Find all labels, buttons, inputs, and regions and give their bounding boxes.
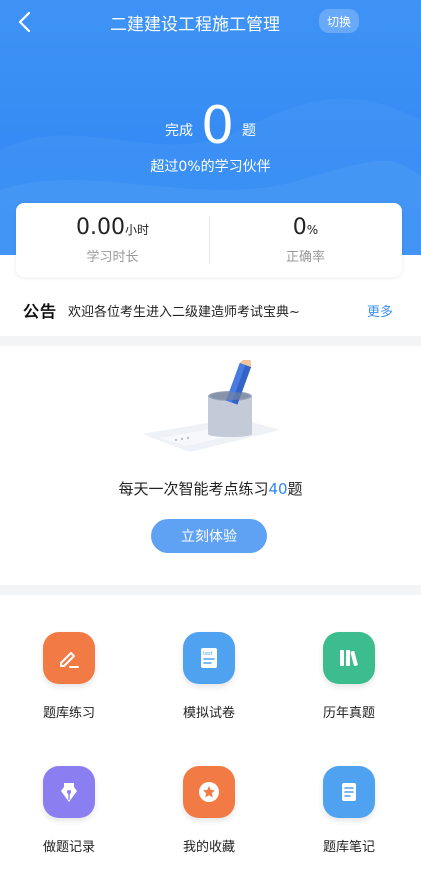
switch-button[interactable]: 切换 <box>319 9 359 33</box>
stats-card: 0.00小时 学习时长 0% 正确率 <box>16 203 402 277</box>
section-divider <box>0 585 421 595</box>
back-button[interactable] <box>10 6 40 38</box>
svg-text:test: test <box>203 651 213 657</box>
tile-label: 做题记录 <box>42 840 95 855</box>
accuracy-value: 0 <box>292 215 307 240</box>
chevron-left-icon <box>18 11 31 33</box>
tile-label: 题库练习 <box>42 706 95 721</box>
try-now-button[interactable]: 立刻体验 <box>151 519 267 553</box>
notice-text[interactable]: 欢迎各位考生进入二级建造师考试宝典~ <box>68 301 300 320</box>
star-icon <box>183 766 235 818</box>
note-icon <box>323 766 375 818</box>
page-title: 二建建设工程施工管理 <box>110 15 280 35</box>
study-time-label: 学习时长 <box>86 250 139 265</box>
pen-nib-icon <box>43 766 95 818</box>
section-divider <box>0 336 421 346</box>
accuracy-value-row: 0% <box>293 215 318 240</box>
tile-question-notes[interactable]: 题库笔记 <box>299 766 399 855</box>
practice-count: 40 <box>268 480 288 498</box>
practice-text-prefix: 每天一次智能考点练习 <box>118 480 269 498</box>
tile-question-bank-practice[interactable]: 题库练习 <box>19 632 119 721</box>
tile-mock-exam[interactable]: test 模拟试卷 <box>159 632 259 721</box>
test-paper-icon: test <box>183 632 235 684</box>
edit-icon <box>43 632 95 684</box>
done-suffix: 题 <box>242 123 257 139</box>
tile-label: 题库笔记 <box>322 840 375 855</box>
tile-past-papers[interactable]: 历年真题 <box>299 632 399 721</box>
done-count: 0 <box>200 96 235 156</box>
study-time-stat: 0.00小时 学习时长 <box>16 203 209 277</box>
study-time-value-row: 0.00小时 <box>76 215 149 240</box>
tile-my-favorites[interactable]: 我的收藏 <box>159 766 259 855</box>
study-time-unit: 小时 <box>124 223 149 237</box>
notice-more-link[interactable]: 更多 <box>367 301 393 320</box>
practice-text-suffix: 题 <box>287 480 303 498</box>
books-icon <box>323 632 375 684</box>
accuracy-stat: 0% 正确率 <box>209 203 402 277</box>
tile-label: 历年真题 <box>322 706 375 721</box>
beat-percentage-text: 超过0%的学习伙伴 <box>150 159 271 175</box>
tile-label: 我的收藏 <box>182 840 235 855</box>
tile-label: 模拟试卷 <box>182 706 235 721</box>
accuracy-label: 正确率 <box>285 250 325 265</box>
study-time-value: 0.00 <box>76 215 125 240</box>
accuracy-unit: % <box>306 223 319 237</box>
tile-practice-records[interactable]: 做题记录 <box>19 766 119 855</box>
daily-practice-text: 每天一次智能考点练习40题 <box>0 478 421 499</box>
notice-bar[interactable]: 公告 欢迎各位考生进入二级建造师考试宝典~ 更多 <box>0 294 421 326</box>
done-prefix: 完成 <box>164 123 193 139</box>
notice-tag: 公告 <box>23 302 58 321</box>
completed-summary: 完成 0 题 <box>0 92 421 152</box>
stats-divider <box>209 216 210 264</box>
pencil-cup-illustration <box>142 360 280 452</box>
